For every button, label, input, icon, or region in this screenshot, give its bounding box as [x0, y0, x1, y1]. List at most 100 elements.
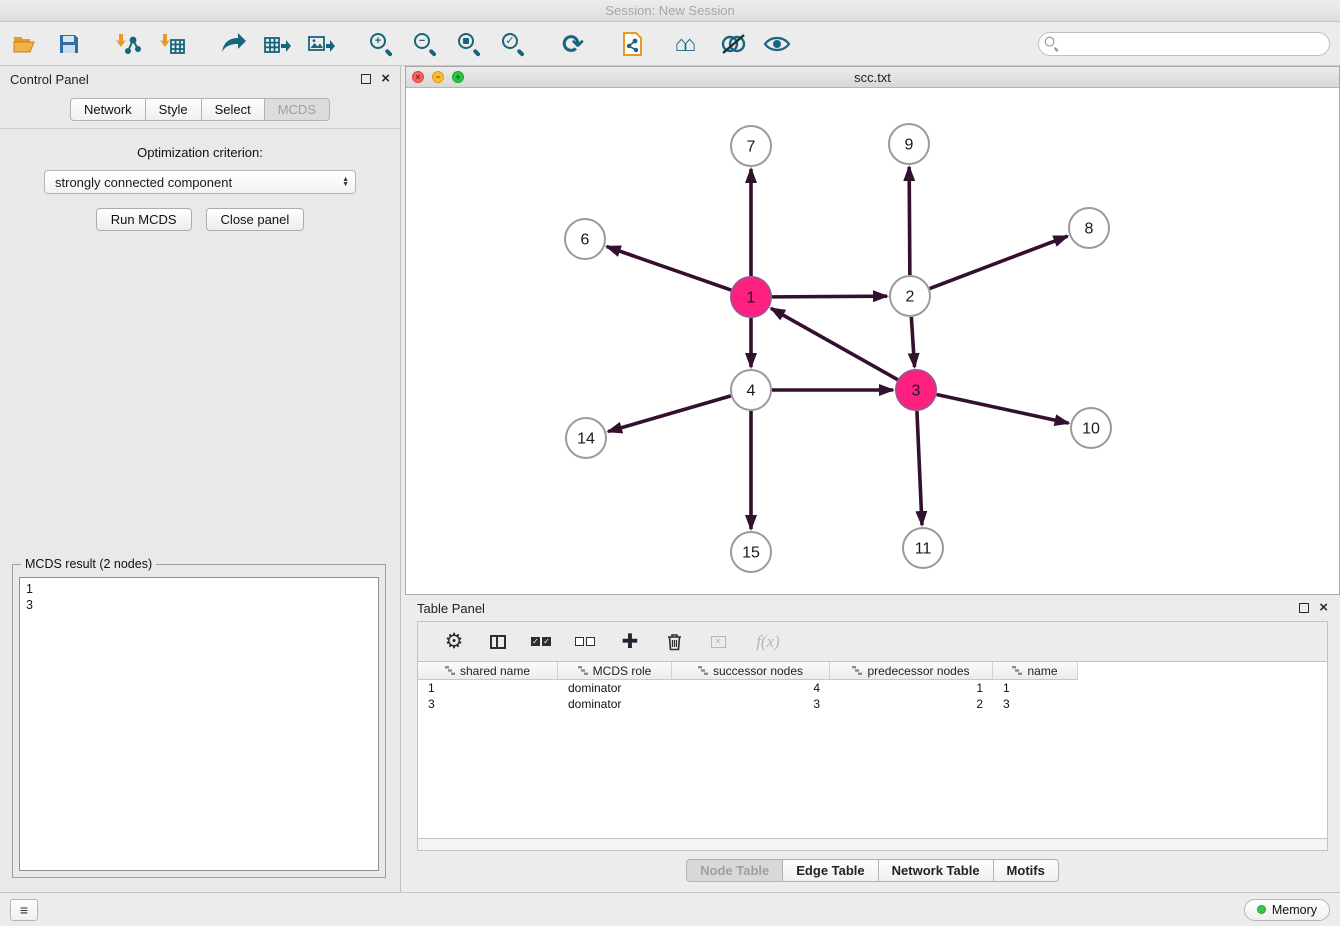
- graph-node-14[interactable]: 14: [566, 418, 606, 458]
- zoom-window-icon[interactable]: +: [452, 71, 464, 83]
- float-panel-icon[interactable]: [361, 74, 371, 84]
- view-group: ⌂⌂: [618, 29, 792, 59]
- edge-1-6[interactable]: [607, 247, 731, 290]
- settings-gear-icon[interactable]: ⚙: [442, 630, 466, 654]
- zoom-selected-icon[interactable]: ✓: [498, 29, 528, 59]
- table-cell[interactable]: 1: [993, 680, 1078, 696]
- table-cell[interactable]: 3: [672, 696, 830, 712]
- tab-mcds[interactable]: MCDS: [265, 98, 330, 121]
- table-panel: Table Panel × ⚙ ✓✓ ✚ ✕ f(x) shared nameM…: [405, 595, 1340, 892]
- close-panel-button[interactable]: Close panel: [206, 208, 305, 231]
- zoom-out-icon[interactable]: −: [410, 29, 440, 59]
- memory-label: Memory: [1272, 903, 1317, 917]
- edge-3-11[interactable]: [917, 411, 922, 525]
- edge-1-2[interactable]: [772, 296, 887, 297]
- network-canvas[interactable]: 7 9 6 8 1 2 4 3 14 10 15 11: [406, 88, 1339, 594]
- graph-node-6[interactable]: 6: [565, 219, 605, 259]
- add-column-icon[interactable]: ✚: [618, 630, 642, 654]
- tab-select[interactable]: Select: [202, 98, 265, 121]
- tab-style[interactable]: Style: [146, 98, 202, 121]
- table-cell[interactable]: 2: [830, 696, 993, 712]
- select-all-icon[interactable]: ✓✓: [530, 630, 554, 654]
- table-panel-title: Table Panel: [417, 601, 485, 616]
- refresh-icon[interactable]: ⟳: [558, 29, 588, 59]
- column-header-shared-name[interactable]: shared name: [418, 662, 558, 680]
- tab-network-table[interactable]: Network Table: [879, 859, 994, 882]
- minimize-window-icon[interactable]: −: [432, 71, 444, 83]
- optimization-criterion-select[interactable]: strongly connected component ▲▼: [44, 170, 356, 194]
- graph-node-4[interactable]: 4: [731, 370, 771, 410]
- tab-motifs[interactable]: Motifs: [994, 859, 1059, 882]
- edge-2-9[interactable]: [909, 167, 910, 275]
- delete-table-icon[interactable]: ✕: [706, 630, 730, 654]
- edge-2-3[interactable]: [911, 317, 914, 367]
- open-file-icon[interactable]: [10, 29, 40, 59]
- table-cell[interactable]: dominator: [558, 696, 672, 712]
- table-row[interactable]: 1dominator411: [418, 680, 1327, 696]
- table-panel-header: Table Panel ×: [405, 595, 1340, 621]
- export-image-icon[interactable]: [306, 29, 336, 59]
- file-group: [10, 29, 84, 59]
- column-header-label: name: [1027, 664, 1057, 678]
- column-header-predecessor-nodes[interactable]: predecessor nodes: [830, 662, 993, 680]
- table-row[interactable]: 3dominator323: [418, 696, 1327, 712]
- table-cell[interactable]: 3: [993, 696, 1078, 712]
- mcds-result-title: MCDS result (2 nodes): [21, 557, 156, 571]
- close-panel-icon[interactable]: ×: [381, 74, 390, 84]
- network-document-icon[interactable]: [618, 29, 648, 59]
- import-network-icon[interactable]: [114, 29, 144, 59]
- hide-panels-icon[interactable]: [718, 29, 748, 59]
- table-horizontal-scrollbar[interactable]: [417, 839, 1328, 851]
- graph-node-9[interactable]: 9: [889, 124, 929, 164]
- column-header-successor-nodes[interactable]: successor nodes: [672, 662, 830, 680]
- deselect-all-icon[interactable]: [574, 630, 598, 654]
- float-table-panel-icon[interactable]: [1299, 603, 1309, 613]
- zoom-fit-icon[interactable]: [454, 29, 484, 59]
- export-table-icon[interactable]: [262, 29, 292, 59]
- graph-node-7[interactable]: 7: [731, 126, 771, 166]
- window-title: Session: New Session: [605, 3, 734, 18]
- graph-node-2[interactable]: 2: [890, 276, 930, 316]
- show-eye-icon[interactable]: [762, 29, 792, 59]
- graph-node-1[interactable]: 1: [731, 277, 771, 317]
- edge-3-10[interactable]: [937, 394, 1069, 423]
- column-header-name[interactable]: name: [993, 662, 1078, 680]
- close-table-panel-icon[interactable]: ×: [1319, 603, 1328, 613]
- svg-text:8: 8: [1085, 221, 1094, 238]
- table-cell[interactable]: 4: [672, 680, 830, 696]
- graph-node-8[interactable]: 8: [1069, 208, 1109, 248]
- table-cell[interactable]: 1: [830, 680, 993, 696]
- edge-2-8[interactable]: [930, 236, 1068, 288]
- import-table-icon[interactable]: [158, 29, 188, 59]
- tab-node-table[interactable]: Node Table: [686, 859, 783, 882]
- graph-node-3[interactable]: 3: [896, 370, 936, 410]
- table-cell[interactable]: dominator: [558, 680, 672, 696]
- new-network-icon[interactable]: [218, 29, 248, 59]
- svg-text:9: 9: [905, 137, 914, 154]
- graph-node-10[interactable]: 10: [1071, 408, 1111, 448]
- mcds-result-list[interactable]: 13: [19, 577, 379, 871]
- run-mcds-button[interactable]: Run MCDS: [96, 208, 192, 231]
- edge-4-14[interactable]: [608, 396, 731, 432]
- tab-network[interactable]: Network: [70, 98, 146, 121]
- column-layout-icon[interactable]: [486, 630, 510, 654]
- column-header-mcds-role[interactable]: MCDS role: [558, 662, 672, 680]
- svg-text:7: 7: [747, 139, 756, 156]
- task-history-icon[interactable]: ≡: [10, 899, 38, 921]
- table-cell[interactable]: 1: [418, 680, 558, 696]
- memory-button[interactable]: Memory: [1244, 899, 1330, 921]
- tab-edge-table[interactable]: Edge Table: [783, 859, 878, 882]
- svg-text:10: 10: [1082, 421, 1100, 438]
- graph-node-15[interactable]: 15: [731, 532, 771, 572]
- search-input[interactable]: [1038, 32, 1330, 56]
- table-cell[interactable]: 3: [418, 696, 558, 712]
- delete-column-icon[interactable]: [662, 630, 686, 654]
- edge-3-1[interactable]: [771, 308, 898, 379]
- home-icon[interactable]: ⌂⌂: [662, 29, 704, 59]
- close-window-icon[interactable]: ×: [412, 71, 424, 83]
- graph-node-11[interactable]: 11: [903, 528, 943, 568]
- function-builder-icon[interactable]: f(x): [750, 630, 786, 654]
- zoom-in-icon[interactable]: +: [366, 29, 396, 59]
- save-session-icon[interactable]: [54, 29, 84, 59]
- mcds-tab-content: Optimization criterion: strongly connect…: [0, 128, 400, 892]
